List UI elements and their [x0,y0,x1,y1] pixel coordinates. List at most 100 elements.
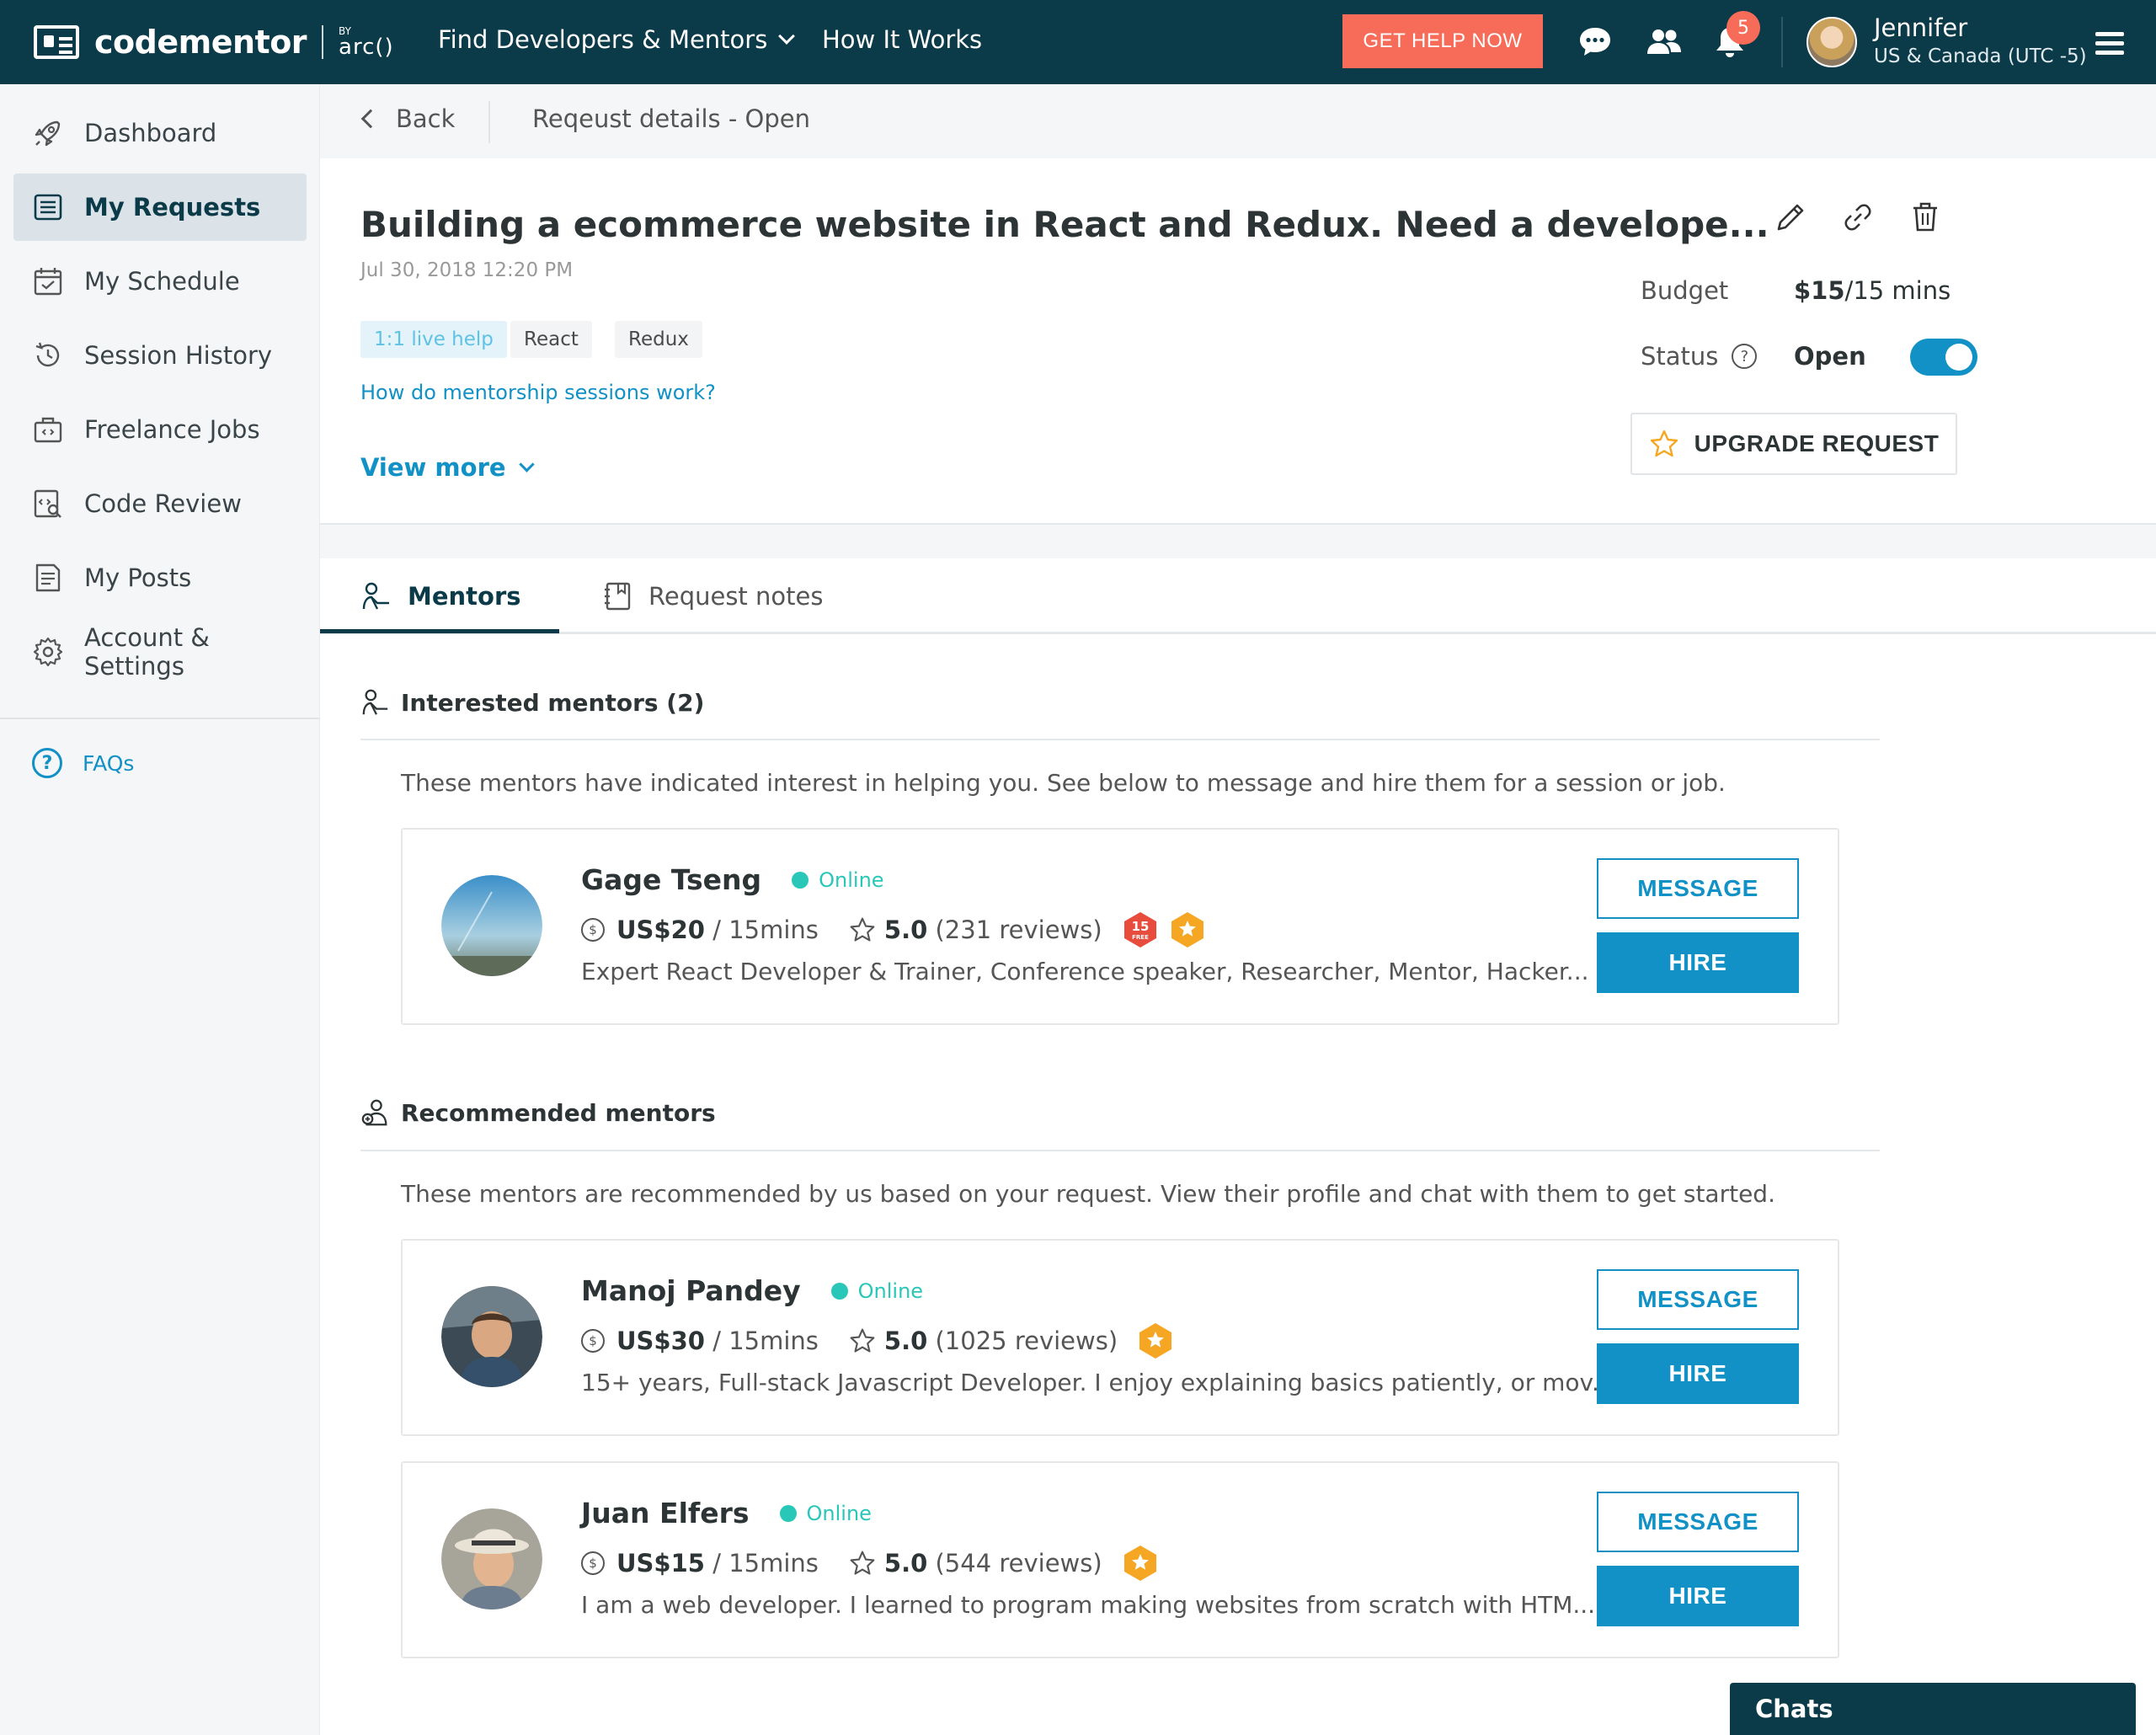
section-divider [360,739,1880,740]
sidebar-item-session-history[interactable]: Session History [13,322,307,389]
hire-button[interactable]: HIRE [1597,1566,1799,1626]
budget-amount: $15 [1794,276,1845,305]
online-status-text: Online [806,1501,872,1525]
sidebar-item-my-requests[interactable]: My Requests [13,174,307,241]
notebook-icon [605,582,631,611]
mentor-reviews: (1025 reviews) [935,1327,1118,1355]
sidebar-item-label: Code Review [84,489,242,518]
message-button[interactable]: MESSAGE [1597,1269,1799,1330]
online-status-text: Online [819,868,884,892]
recommended-mentors-title: Recommended mentors [401,1098,716,1127]
link-icon[interactable] [1839,199,1876,236]
sidebar: Dashboard My Requests My Schedule Sessio… [0,84,320,1735]
logo-arc: arc() [339,35,394,60]
mentor-card: Gage Tseng Online $ US$20 / 15mins 5.0 (… [401,828,1839,1025]
mentor-rating: 5.0 [883,1549,928,1578]
mentor-rate: US$15 [616,1549,705,1578]
status-label: Status [1641,342,1719,371]
interested-mentors-title: Interested mentors (2) [401,688,705,717]
status-value: Open [1794,342,1866,371]
mentor-avatar[interactable] [441,1286,542,1387]
tab-request-notes-label: Request notes [648,582,824,611]
faqs-link[interactable]: ? FAQs [32,748,134,778]
user-name[interactable]: Jennifer [1874,13,1967,42]
back-button[interactable]: Back [360,104,456,133]
mentor-stats: $ US$20 / 15mins 5.0 (231 reviews) 15 FRE… [581,910,1207,949]
coin-icon: $ [581,918,605,942]
user-avatar[interactable] [1806,17,1857,67]
mentor-stats: $ US$15 / 15mins 5.0 (544 reviews) [581,1544,1160,1583]
mentor-name-text: Juan Elfers [581,1497,750,1529]
sidebar-item-dashboard[interactable]: Dashboard [13,99,307,167]
hire-button[interactable]: HIRE [1597,932,1799,993]
online-status-text: Online [857,1279,924,1303]
request-title: Building a ecommerce website in React an… [360,204,1769,245]
upgrade-request-button[interactable]: UPGRADE REQUEST [1630,413,1957,475]
nav-how-it-works-label: How It Works [822,25,983,54]
online-status: Online [830,1279,924,1303]
hamburger-menu-icon[interactable] [2095,32,2124,56]
mentor-avatar[interactable] [441,1508,542,1610]
status-help-icon[interactable]: ? [1732,344,1758,369]
status-toggle[interactable] [1910,339,1977,376]
recommended-mentors-description: These mentors are recommended by us base… [401,1180,1775,1208]
mentor-name[interactable]: Manoj Pandey Online [581,1274,923,1307]
sidebar-item-my-schedule[interactable]: My Schedule [13,248,307,315]
how-mentorship-works-link[interactable]: How do mentorship sessions work? [360,381,716,404]
mentor-name[interactable]: Juan Elfers Online [581,1497,872,1529]
mentor-rate-unit: / 15mins [712,916,819,944]
people-icon[interactable] [1646,24,1683,61]
sidebar-divider [0,718,320,719]
mentor-rating: 5.0 [883,1327,928,1355]
free-badge-number: 15 [1131,919,1149,934]
online-dot-icon [830,1282,848,1300]
online-dot-icon [779,1504,797,1522]
get-help-now-button[interactable]: GET HELP NOW [1342,14,1543,68]
mentor-reviews: (544 reviews) [935,1549,1102,1578]
logo-text: codementor [94,24,307,61]
sidebar-item-label: My Posts [84,563,192,592]
message-button[interactable]: MESSAGE [1597,1492,1799,1552]
pencil-icon[interactable] [1772,199,1809,236]
nav-separator [1781,17,1783,67]
sidebar-item-freelance-jobs[interactable]: Freelance Jobs [13,396,307,463]
star-outline-icon [1650,430,1678,457]
chats-panel-toggle[interactable]: Chats [1730,1683,2136,1735]
breadcrumb-divider [488,101,490,143]
mentor-rate-unit: / 15mins [712,1549,819,1578]
notification-badge: 5 [1726,11,1760,45]
back-label: Back [396,104,456,133]
interested-mentors-description: These mentors have indicated interest in… [401,769,1726,797]
chevron-down-icon [518,456,535,472]
logo-icon [34,25,79,59]
sidebar-item-account-settings[interactable]: Account & Settings [13,618,307,686]
tab-mentors[interactable]: Mentors [360,558,521,634]
sidebar-item-my-posts[interactable]: My Posts [13,544,307,611]
logo-divider [322,25,324,59]
section-divider [360,1150,1880,1151]
requests-icon [34,194,62,221]
sidebar-item-code-review[interactable]: Code Review [13,470,307,537]
code-review-icon [34,489,61,518]
nav-how-it-works[interactable]: How It Works [822,25,982,54]
logo-by-arc: BY arc() [339,26,394,58]
message-button[interactable]: MESSAGE [1597,858,1799,919]
briefcase-icon [34,417,62,443]
mentor-icon [362,689,388,715]
hire-button[interactable]: HIRE [1597,1343,1799,1404]
nav-find-developers[interactable]: Find Developers & Mentors [438,25,796,54]
codementor-logo[interactable]: codementor BY arc() [34,24,394,61]
mentor-avatar[interactable] [441,875,542,976]
chat-bubble-icon[interactable] [1577,24,1614,61]
star-outline-icon [850,1551,875,1575]
active-tab-underline [320,629,559,633]
mentor-name[interactable]: Gage Tseng Online [581,863,884,896]
interested-mentors-heading: Interested mentors (2) [360,687,704,718]
history-icon [35,342,60,367]
star-outline-icon [850,917,875,942]
view-more-toggle[interactable]: View more [360,453,535,482]
tab-request-notes[interactable]: Request notes [601,558,823,634]
recommended-mentor-icon [361,1099,387,1126]
trash-icon[interactable] [1907,199,1944,236]
tab-mentors-label: Mentors [408,582,521,611]
